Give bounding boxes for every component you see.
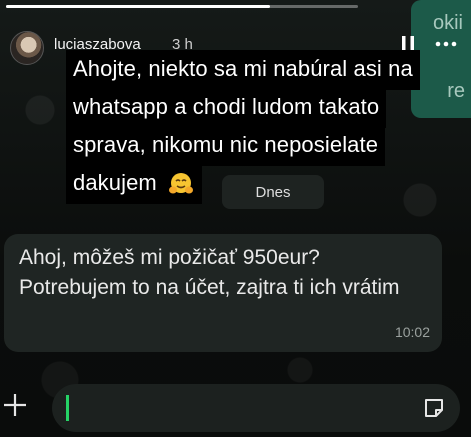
hugging-face-icon bbox=[169, 173, 194, 194]
story-progress-fill bbox=[6, 5, 270, 8]
story-progress-bar bbox=[6, 5, 358, 8]
incoming-message-bubble[interactable]: Ahoj, môžeš mi požičať 950eur? Potrebuje… bbox=[4, 234, 442, 352]
outgoing-message-peek-text-2: re bbox=[447, 80, 465, 102]
date-separator-label: Dnes bbox=[255, 183, 291, 201]
text-cursor bbox=[66, 395, 69, 421]
message-input[interactable] bbox=[52, 384, 460, 432]
caption-line-4-wrap: dakujem bbox=[66, 164, 203, 204]
message-text: Ahoj, môžeš mi požičať 950eur? Potrebuje… bbox=[19, 246, 400, 299]
more-options-icon[interactable] bbox=[435, 33, 457, 55]
date-separator: Dnes bbox=[222, 175, 324, 209]
caption-line-1: Ahojte, niekto sa mi nabúral asi na bbox=[66, 50, 420, 90]
caption-line-4: dakujem bbox=[73, 170, 157, 195]
message-composer bbox=[0, 372, 471, 437]
caption-line-2: whatsapp a chodi ludom takato bbox=[66, 88, 387, 128]
sticker-icon[interactable] bbox=[422, 396, 446, 420]
message-time: 10:02 bbox=[394, 324, 430, 340]
avatar[interactable] bbox=[10, 31, 44, 65]
plus-icon[interactable] bbox=[2, 392, 28, 418]
caption-line-3: sprava, nikomu nic neposielate bbox=[66, 126, 386, 166]
